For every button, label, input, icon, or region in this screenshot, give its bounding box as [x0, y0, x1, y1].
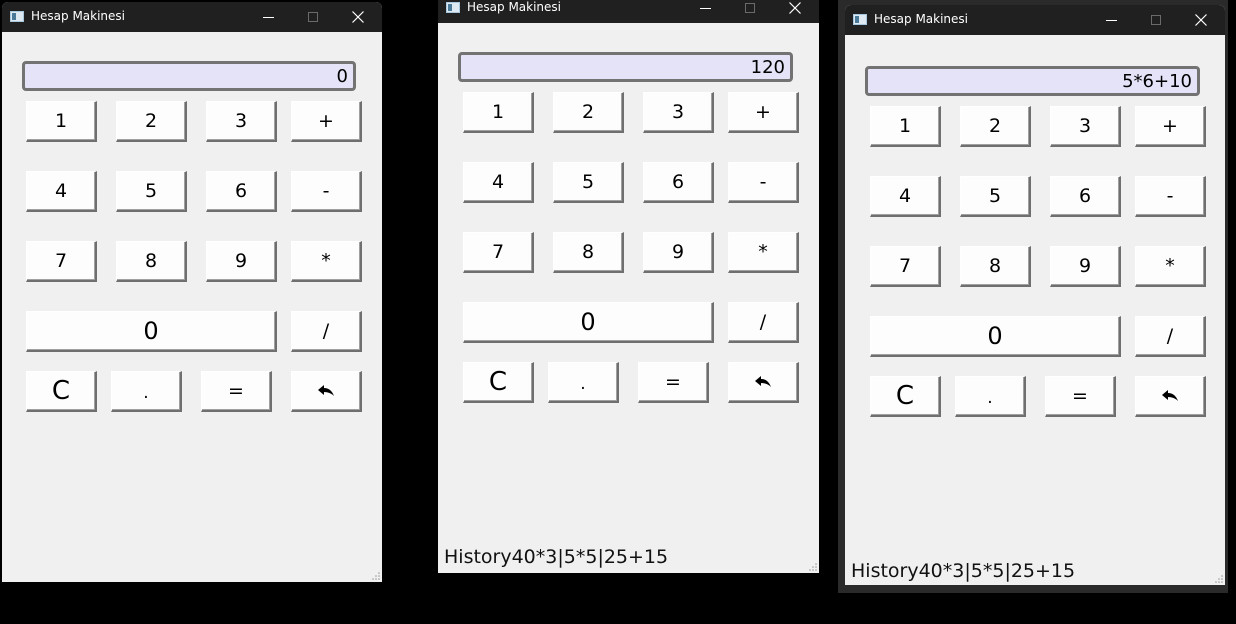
- maximize-button[interactable]: [728, 0, 772, 23]
- backspace-button[interactable]: [728, 362, 799, 403]
- key-divide[interactable]: /: [1135, 316, 1206, 357]
- key-divide[interactable]: /: [728, 302, 799, 343]
- key-5[interactable]: 5: [116, 171, 187, 212]
- key-8[interactable]: 8: [116, 241, 187, 282]
- close-button[interactable]: [1179, 5, 1223, 35]
- maximize-icon: [307, 11, 318, 22]
- display-field[interactable]: 0: [22, 61, 356, 91]
- backspace-button[interactable]: [291, 371, 362, 412]
- key-2[interactable]: 2: [116, 101, 187, 142]
- key-divide[interactable]: /: [291, 311, 362, 352]
- minimize-button[interactable]: [683, 0, 727, 23]
- close-icon: [1195, 14, 1207, 26]
- calculator-window-1: Hesap Makinesi 0 1 2 3 + 4 5 6 - 7 8 9 *…: [2, 2, 382, 582]
- display-field[interactable]: 120: [458, 52, 793, 82]
- history-label: History40*3|5*5|25+15: [444, 546, 669, 568]
- minimize-icon: [699, 7, 711, 9]
- key-7[interactable]: 7: [26, 241, 97, 282]
- key-5[interactable]: 5: [553, 162, 624, 203]
- key-0[interactable]: 0: [463, 302, 714, 343]
- key-6[interactable]: 6: [206, 171, 277, 212]
- key-7[interactable]: 7: [463, 232, 534, 273]
- key-minus[interactable]: -: [1135, 176, 1206, 217]
- key-equals[interactable]: =: [638, 362, 709, 403]
- key-6[interactable]: 6: [1050, 176, 1121, 217]
- backspace-button[interactable]: [1135, 376, 1206, 417]
- key-1[interactable]: 1: [26, 101, 97, 142]
- key-multiply[interactable]: *: [1135, 246, 1206, 287]
- key-equals[interactable]: =: [1045, 376, 1116, 417]
- key-7[interactable]: 7: [870, 246, 941, 287]
- key-minus[interactable]: -: [728, 162, 799, 203]
- close-button[interactable]: [773, 0, 817, 23]
- title-bar[interactable]: Hesap Makinesi: [2, 2, 382, 32]
- key-9[interactable]: 9: [206, 241, 277, 282]
- key-5[interactable]: 5: [960, 176, 1031, 217]
- key-dot[interactable]: .: [111, 371, 182, 412]
- key-dot[interactable]: .: [955, 376, 1026, 417]
- undo-arrow-icon: [755, 376, 771, 387]
- key-3[interactable]: 3: [643, 92, 714, 133]
- key-0[interactable]: 0: [26, 311, 277, 352]
- title-bar[interactable]: Hesap Makinesi: [845, 5, 1225, 35]
- app-icon: [446, 2, 460, 13]
- key-2[interactable]: 2: [553, 92, 624, 133]
- calculator-window-3: Hesap Makinesi 5*6+10 1 2 3 + 4 5 6 - 7 …: [845, 5, 1225, 585]
- key-3[interactable]: 3: [1050, 106, 1121, 147]
- key-2[interactable]: 2: [960, 106, 1031, 147]
- key-multiply[interactable]: *: [291, 241, 362, 282]
- key-0[interactable]: 0: [870, 316, 1121, 357]
- close-icon: [789, 2, 801, 14]
- key-plus[interactable]: +: [291, 101, 362, 142]
- resize-grip-icon[interactable]: [809, 563, 817, 571]
- title-bar[interactable]: Hesap Makinesi: [438, 0, 819, 23]
- window-title: Hesap Makinesi: [467, 0, 562, 14]
- key-multiply[interactable]: *: [728, 232, 799, 273]
- close-button[interactable]: [336, 2, 380, 32]
- display-field[interactable]: 5*6+10: [865, 66, 1200, 96]
- key-6[interactable]: 6: [643, 162, 714, 203]
- window-title: Hesap Makinesi: [874, 12, 969, 26]
- key-dot[interactable]: .: [548, 362, 619, 403]
- key-9[interactable]: 9: [643, 232, 714, 273]
- key-minus[interactable]: -: [291, 171, 362, 212]
- key-4[interactable]: 4: [463, 162, 534, 203]
- key-plus[interactable]: +: [1135, 106, 1206, 147]
- key-1[interactable]: 1: [463, 92, 534, 133]
- key-4[interactable]: 4: [870, 176, 941, 217]
- app-icon: [853, 14, 867, 25]
- history-label: History40*3|5*5|25+15: [851, 560, 1076, 582]
- calculator-window-2: Hesap Makinesi 120 1 2 3 + 4 5 6 - 7 8 9…: [438, 0, 819, 573]
- minimize-icon: [1105, 19, 1117, 21]
- maximize-icon: [744, 2, 755, 13]
- key-8[interactable]: 8: [960, 246, 1031, 287]
- minimize-button[interactable]: [246, 2, 290, 32]
- app-icon: [10, 11, 24, 22]
- close-icon: [352, 11, 364, 23]
- key-3[interactable]: 3: [206, 101, 277, 142]
- key-1[interactable]: 1: [870, 106, 941, 147]
- key-clear[interactable]: C: [26, 371, 97, 412]
- key-4[interactable]: 4: [26, 171, 97, 212]
- resize-grip-icon[interactable]: [1215, 575, 1223, 583]
- key-9[interactable]: 9: [1050, 246, 1121, 287]
- key-clear[interactable]: C: [870, 376, 941, 417]
- minimize-icon: [262, 16, 274, 18]
- resize-grip-icon[interactable]: [372, 572, 380, 580]
- key-plus[interactable]: +: [728, 92, 799, 133]
- undo-arrow-icon: [318, 385, 334, 396]
- maximize-button[interactable]: [1134, 5, 1178, 35]
- minimize-button[interactable]: [1089, 5, 1133, 35]
- key-clear[interactable]: C: [463, 362, 534, 403]
- undo-arrow-icon: [1162, 390, 1178, 401]
- maximize-icon: [1150, 14, 1161, 25]
- window-title: Hesap Makinesi: [31, 9, 126, 23]
- key-8[interactable]: 8: [553, 232, 624, 273]
- maximize-button[interactable]: [291, 2, 335, 32]
- key-equals[interactable]: =: [201, 371, 272, 412]
